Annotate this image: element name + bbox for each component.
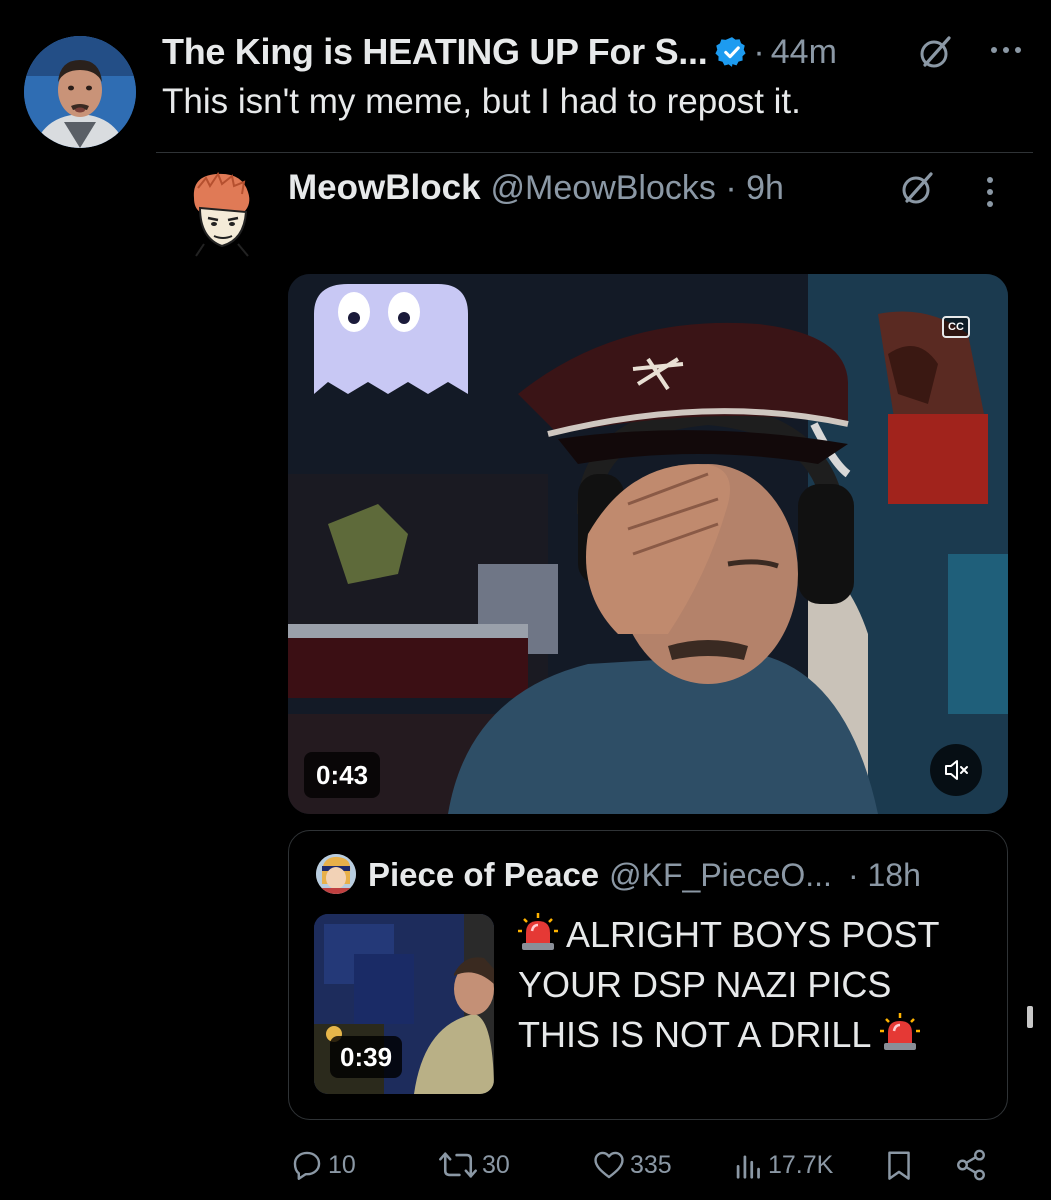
share-icon [957, 1149, 985, 1181]
police-siren-emoji [518, 913, 558, 950]
quoted-text-line-3: THIS IS NOT A DRILL [518, 1010, 988, 1060]
views-button[interactable]: 17.7K [734, 1140, 833, 1190]
police-siren-emoji [880, 1013, 921, 1050]
mute-button[interactable] [930, 744, 982, 796]
reply-author-avatar[interactable] [186, 168, 256, 258]
repost-icon [439, 1152, 477, 1178]
quoted-handle[interactable]: @KF_PieceO... [609, 857, 832, 894]
author-display-name[interactable]: The King is HEATING UP For S... [162, 31, 708, 73]
reply-avatar-image [193, 171, 250, 257]
meta-separator: · [753, 32, 765, 71]
tweet-detail-view: The King is HEATING UP For S... · 44m Th… [0, 0, 1051, 1200]
quoted-time[interactable]: · 18h [848, 857, 921, 894]
action-bar: 10 30 335 17.7K [0, 1140, 1051, 1190]
reply-button[interactable]: 10 [290, 1140, 356, 1190]
quoted-text-line-1: ALRIGHT BOYS POST [518, 910, 988, 960]
quoted-video-duration: 0:39 [330, 1036, 403, 1078]
reply-count: 10 [328, 1150, 356, 1179]
like-button[interactable]: 335 [592, 1140, 672, 1190]
bookmark-button[interactable] [884, 1140, 914, 1190]
views-count: 17.7K [768, 1150, 834, 1179]
speaker-muted-icon [945, 760, 968, 780]
views-icon [736, 1155, 760, 1179]
more-icon[interactable] [986, 40, 1026, 60]
verified-badge-icon [715, 37, 747, 67]
quoted-header: Piece of Peace @KF_PieceO... · 18h [368, 854, 921, 896]
grok-icon[interactable] [898, 168, 938, 208]
bookmark-icon [888, 1151, 910, 1180]
quoted-text: ALRIGHT BOYS POST YOUR DSP NAZI PICS THI… [518, 910, 988, 1060]
quoted-text-line-2: YOUR DSP NAZI PICS [518, 964, 892, 1005]
quoted-author-avatar[interactable] [316, 854, 356, 894]
repost-button[interactable]: 30 [438, 1140, 510, 1190]
quoted-avatar-image [316, 854, 356, 894]
grok-icon[interactable] [916, 32, 956, 72]
video-frame [288, 274, 1008, 814]
video-player[interactable] [288, 274, 1008, 814]
video-duration: 0:43 [304, 752, 381, 798]
tweet-header: The King is HEATING UP For S... · 44m [162, 30, 837, 74]
author-avatar-image [24, 36, 136, 148]
captions-button[interactable]: CC [942, 316, 970, 338]
reply-handle-time[interactable]: @MeowBlocks · 9h [491, 169, 784, 208]
repost-count: 30 [482, 1150, 510, 1179]
share-button[interactable] [954, 1140, 988, 1190]
quoted-display-name[interactable]: Piece of Peace [368, 856, 599, 894]
quoted-text-line-1-text: ALRIGHT BOYS POST [566, 914, 940, 955]
tweet-text: This isn't my meme, but I had to repost … [162, 82, 801, 121]
reply-display-name[interactable]: MeowBlock [288, 168, 481, 208]
heart-icon [594, 1151, 624, 1179]
reply-icon [293, 1151, 321, 1180]
more-icon[interactable] [980, 174, 1000, 210]
author-avatar[interactable] [24, 36, 136, 148]
like-count: 335 [630, 1150, 672, 1179]
quoted-text-line-3-text: THIS IS NOT A DRILL [518, 1014, 871, 1055]
divider [156, 152, 1033, 153]
reply-header: MeowBlock @MeowBlocks · 9h [288, 166, 784, 210]
tweet-time[interactable]: 44m [771, 33, 837, 72]
scrollbar[interactable] [1027, 1006, 1033, 1028]
